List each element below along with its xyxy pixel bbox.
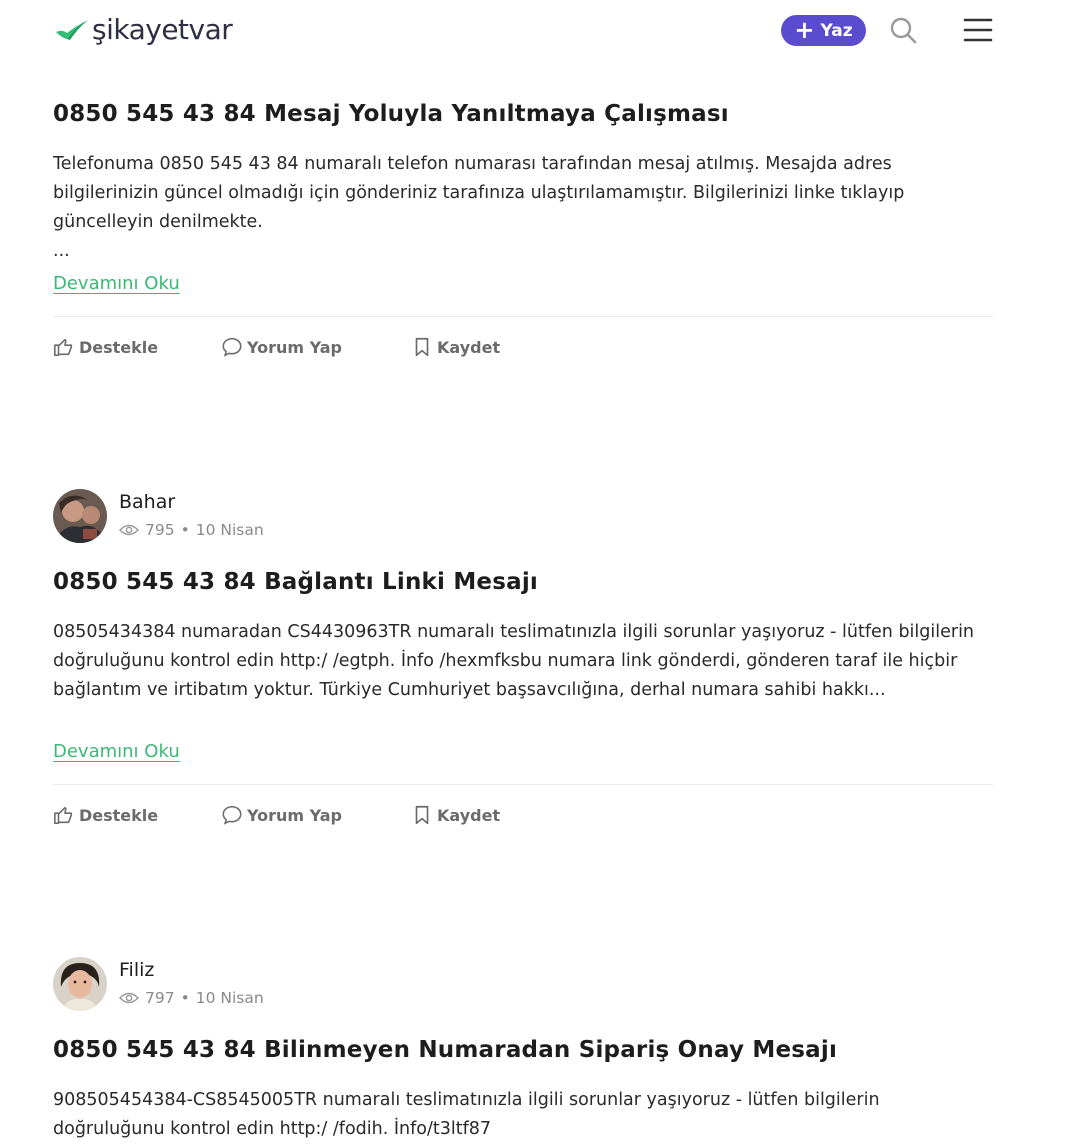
support-button[interactable]: Destekle xyxy=(53,804,158,826)
author-name[interactable]: Bahar xyxy=(119,491,175,513)
post-title[interactable]: 0850 545 43 84 Bağlantı Linki Mesajı xyxy=(53,569,538,595)
post-excerpt-text: 908505454384-CS8545005TR numaralı teslim… xyxy=(53,1090,880,1139)
save-label: Kaydet xyxy=(437,805,501,825)
view-count: 795 xyxy=(145,521,175,539)
post-excerpt: 908505454384-CS8545005TR numaralı teslim… xyxy=(53,1086,993,1144)
divider xyxy=(53,316,993,317)
write-button-label: Yaz xyxy=(820,20,853,41)
brand-name: şikayetvar xyxy=(92,13,233,46)
post-title[interactable]: 0850 545 43 84 Mesaj Yoluyla Yanıltmaya … xyxy=(53,101,729,127)
post-excerpt-text: 08505434384 numaradan CS4430963TR numara… xyxy=(53,622,975,700)
meta-separator: • xyxy=(180,989,190,1007)
brand-logo[interactable]: şikayetvar xyxy=(52,10,233,50)
meta-separator: • xyxy=(180,521,190,539)
post-meta: 795 • 10 Nisan xyxy=(119,521,264,539)
check-mark-icon xyxy=(56,20,88,40)
plus-icon: + xyxy=(794,15,815,44)
bookmark-icon xyxy=(415,337,429,357)
view-count: 797 xyxy=(145,989,175,1007)
save-label: Kaydet xyxy=(437,337,501,357)
post-date: 10 Nisan xyxy=(195,521,264,539)
hamburger-menu-icon[interactable] xyxy=(962,15,994,45)
post-excerpt-ellipsis: ... xyxy=(53,241,70,261)
top-bar: şikayetvar + Yaz xyxy=(0,0,1068,62)
comment-label: Yorum Yap xyxy=(247,337,342,357)
avatar[interactable] xyxy=(53,489,107,543)
speech-bubble-icon xyxy=(222,337,242,357)
avatar[interactable] xyxy=(53,957,107,1011)
read-more-link[interactable]: Devamını Oku xyxy=(53,741,180,762)
author-name[interactable]: Filiz xyxy=(119,959,154,981)
bookmark-icon xyxy=(415,805,429,825)
search-icon[interactable] xyxy=(888,15,918,45)
post-meta: 797 • 10 Nisan xyxy=(119,989,264,1007)
eye-icon xyxy=(119,992,139,1004)
save-button[interactable]: Kaydet xyxy=(411,804,500,826)
support-button[interactable]: Destekle xyxy=(53,336,158,358)
post-excerpt: 08505434384 numaradan CS4430963TR numara… xyxy=(53,618,993,705)
write-complaint-button[interactable]: + Yaz xyxy=(781,15,866,46)
read-more-link[interactable]: Devamını Oku xyxy=(53,273,180,294)
divider xyxy=(53,784,993,785)
comment-label: Yorum Yap xyxy=(247,805,342,825)
eye-icon xyxy=(119,524,139,536)
save-button[interactable]: Kaydet xyxy=(411,336,500,358)
thumbs-up-icon xyxy=(54,338,73,357)
comment-button[interactable]: Yorum Yap xyxy=(221,336,342,358)
post-date: 10 Nisan xyxy=(195,989,264,1007)
support-label: Destekle xyxy=(79,805,159,825)
post-excerpt: Telefonuma 0850 545 43 84 numaralı telef… xyxy=(53,150,993,266)
comment-button[interactable]: Yorum Yap xyxy=(221,804,342,826)
thumbs-up-icon xyxy=(54,806,73,825)
speech-bubble-icon xyxy=(222,805,242,825)
support-label: Destekle xyxy=(79,337,159,357)
post-excerpt-text: Telefonuma 0850 545 43 84 numaralı telef… xyxy=(53,154,905,232)
post-title[interactable]: 0850 545 43 84 Bilinmeyen Numaradan Sipa… xyxy=(53,1037,837,1063)
